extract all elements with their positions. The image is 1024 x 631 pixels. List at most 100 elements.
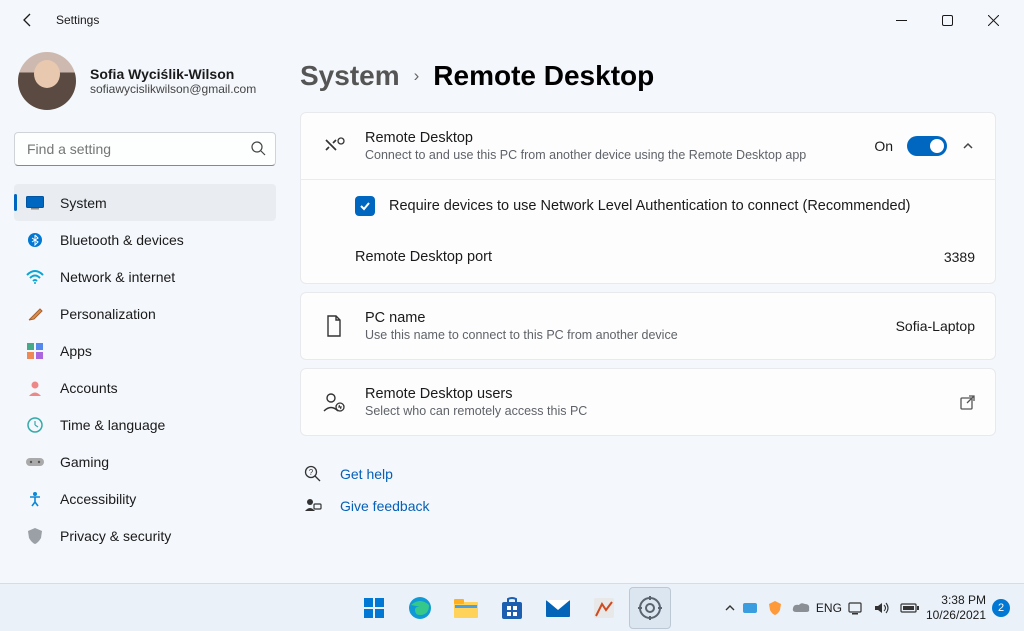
- document-icon: [321, 315, 347, 337]
- app1-button[interactable]: [583, 587, 625, 629]
- nla-label: Require devices to use Network Level Aut…: [389, 198, 910, 214]
- tray-chevron-icon[interactable]: [724, 602, 736, 614]
- nav-label: Accessibility: [60, 491, 136, 507]
- volume-tray-icon[interactable]: [874, 601, 890, 615]
- gamepad-icon: [26, 453, 44, 471]
- nav-label: Apps: [60, 343, 92, 359]
- minimize-button[interactable]: [878, 0, 924, 40]
- start-button[interactable]: [353, 587, 395, 629]
- nav-gaming[interactable]: Gaming: [14, 443, 276, 480]
- content-area: System › Remote Desktop Remote Desktop C…: [290, 40, 1024, 583]
- svg-text:?: ?: [309, 468, 314, 477]
- toggle-status-label: On: [874, 138, 893, 154]
- date: 10/26/2021: [926, 608, 986, 623]
- help-section: ? Get help Give feedback: [300, 458, 996, 522]
- remote-desktop-toggle[interactable]: [907, 136, 947, 156]
- window-title: Settings: [56, 13, 99, 27]
- language-indicator[interactable]: ENG: [816, 601, 842, 615]
- rd-users-row[interactable]: Remote Desktop users Select who can remo…: [301, 369, 995, 435]
- remote-desktop-row[interactable]: Remote Desktop Connect to and use this P…: [301, 113, 995, 179]
- chevron-up-icon: [961, 139, 975, 153]
- nav-system[interactable]: System: [14, 184, 276, 221]
- store-button[interactable]: [491, 587, 533, 629]
- help-icon: ?: [304, 465, 322, 483]
- nav-privacy[interactable]: Privacy & security: [14, 517, 276, 554]
- brush-icon: [26, 305, 44, 323]
- clock[interactable]: 3:38 PM 10/26/2021: [926, 593, 986, 623]
- search-box: [14, 132, 276, 166]
- nav-bluetooth[interactable]: Bluetooth & devices: [14, 221, 276, 258]
- nav-time-language[interactable]: Time & language: [14, 406, 276, 443]
- close-button[interactable]: [970, 0, 1016, 40]
- remote-desktop-card: Remote Desktop Connect to and use this P…: [300, 112, 996, 284]
- system-icon: [26, 194, 44, 212]
- edge-button[interactable]: [399, 587, 441, 629]
- pc-name-value: Sofia-Laptop: [896, 318, 975, 334]
- apps-icon: [26, 342, 44, 360]
- nav-accounts[interactable]: Accounts: [14, 369, 276, 406]
- nav-label: Personalization: [60, 306, 156, 322]
- rd-users-subtitle: Select who can remotely access this PC: [365, 404, 960, 418]
- rd-users-card: Remote Desktop users Select who can remo…: [300, 368, 996, 436]
- feedback-link[interactable]: Give feedback: [300, 490, 996, 522]
- get-help-link[interactable]: ? Get help: [300, 458, 996, 490]
- shield-icon: [26, 527, 44, 545]
- user-block[interactable]: Sofia Wyciślik-Wilson sofiawycislikwilso…: [18, 52, 276, 110]
- pc-name-subtitle: Use this name to connect to this PC from…: [365, 328, 896, 342]
- taskbar: ENG 3:38 PM 10/26/2021 2: [0, 583, 1024, 631]
- accessibility-icon: [26, 490, 44, 508]
- remote-desktop-subtitle: Connect to and use this PC from another …: [365, 148, 874, 162]
- nav-label: Time & language: [60, 417, 165, 433]
- wifi-icon: [26, 268, 44, 286]
- user-email: sofiawycislikwilson@gmail.com: [90, 82, 256, 96]
- nav-label: Network & internet: [60, 269, 175, 285]
- search-icon: [250, 140, 266, 156]
- battery-tray-icon[interactable]: [900, 602, 920, 614]
- notification-badge[interactable]: 2: [992, 599, 1010, 617]
- nla-row[interactable]: Require devices to use Network Level Aut…: [301, 179, 995, 231]
- back-button[interactable]: [8, 0, 48, 40]
- breadcrumb: System › Remote Desktop: [300, 60, 996, 92]
- bluetooth-icon: [26, 231, 44, 249]
- avatar: [18, 52, 76, 110]
- nav-personalization[interactable]: Personalization: [14, 295, 276, 332]
- nav-accessibility[interactable]: Accessibility: [14, 480, 276, 517]
- pc-name-title: PC name: [365, 310, 896, 326]
- titlebar: Settings: [0, 0, 1024, 40]
- pc-name-card: PC name Use this name to connect to this…: [300, 292, 996, 360]
- settings-button[interactable]: [629, 587, 671, 629]
- rdp-port-row: Remote Desktop port 3389: [301, 231, 995, 283]
- open-external-icon: [960, 395, 975, 410]
- nav-label: Gaming: [60, 454, 109, 470]
- onedrive-icon[interactable]: [792, 602, 810, 614]
- network-tray-icon[interactable]: [848, 601, 864, 615]
- nav-list: System Bluetooth & devices Network & int…: [14, 184, 276, 554]
- feedback-label: Give feedback: [340, 498, 430, 514]
- explorer-button[interactable]: [445, 587, 487, 629]
- remote-desktop-title: Remote Desktop: [365, 130, 874, 146]
- tray-icon-1[interactable]: [742, 601, 758, 615]
- mail-button[interactable]: [537, 587, 579, 629]
- window-controls: [878, 0, 1016, 40]
- nav-label: Accounts: [60, 380, 118, 396]
- get-help-label: Get help: [340, 466, 393, 482]
- users-icon: [321, 392, 347, 412]
- remote-desktop-icon: [321, 137, 347, 155]
- globe-clock-icon: [26, 416, 44, 434]
- user-name: Sofia Wyciślik-Wilson: [90, 66, 256, 82]
- nla-checkbox[interactable]: [355, 196, 375, 216]
- pc-name-row: PC name Use this name to connect to this…: [301, 293, 995, 359]
- nav-label: Privacy & security: [60, 528, 171, 544]
- nav-network[interactable]: Network & internet: [14, 258, 276, 295]
- nav-apps[interactable]: Apps: [14, 332, 276, 369]
- time: 3:38 PM: [926, 593, 986, 608]
- feedback-icon: [304, 497, 322, 515]
- page-title: Remote Desktop: [433, 60, 654, 92]
- nav-label: System: [60, 195, 107, 211]
- system-tray: ENG 3:38 PM 10/26/2021 2: [724, 593, 1024, 623]
- maximize-button[interactable]: [924, 0, 970, 40]
- search-input[interactable]: [14, 132, 276, 166]
- breadcrumb-system[interactable]: System: [300, 60, 400, 92]
- chevron-right-icon: ›: [414, 66, 420, 86]
- tray-icon-2[interactable]: [768, 600, 782, 616]
